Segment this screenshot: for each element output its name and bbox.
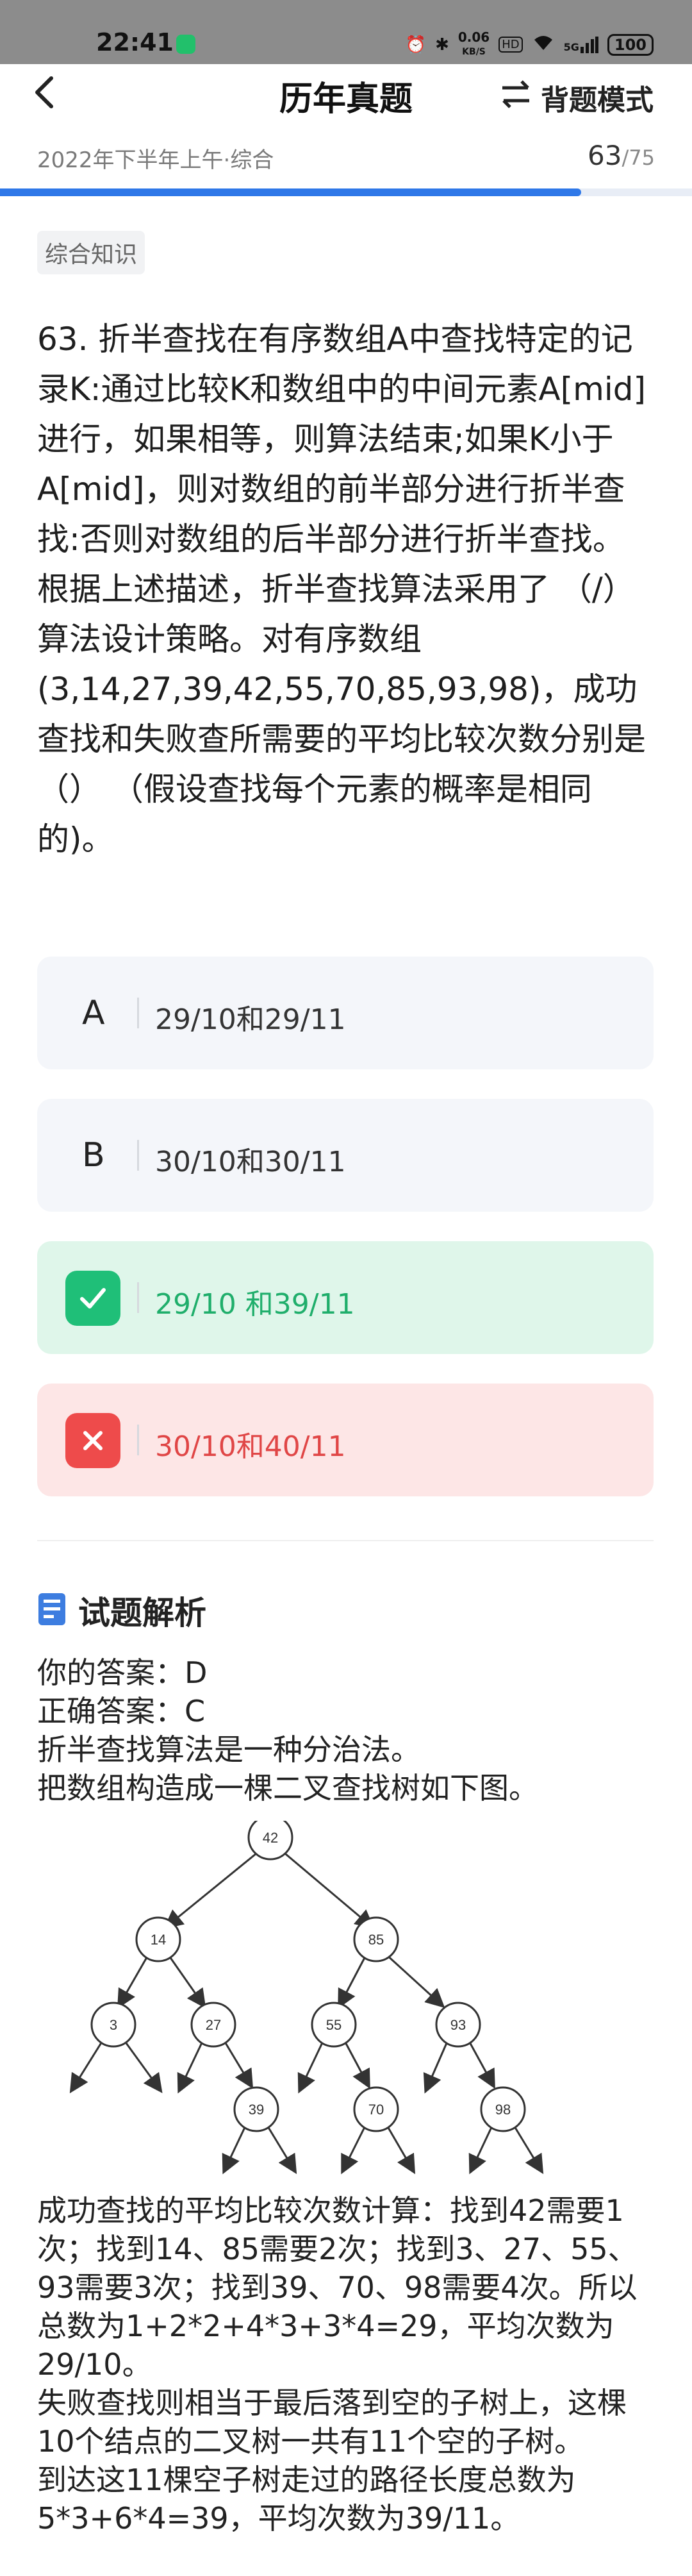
svg-text:93: 93	[450, 2017, 466, 2033]
svg-text:98: 98	[495, 2102, 511, 2118]
tree-edge-empty	[341, 2123, 368, 2175]
nav-bar: 历年真题 背题模式	[0, 64, 692, 122]
svg-text:42: 42	[263, 1830, 278, 1846]
tree-edge-empty	[297, 2038, 325, 2094]
svg-text:70: 70	[368, 2102, 384, 2118]
status-icons: ⏰ ✱ 0.06 KB/S HD 5G 100	[406, 31, 654, 58]
tree-edge	[163, 1850, 260, 1929]
tree-node-93: 93	[435, 2002, 481, 2048]
analysis-line-1: 折半查找算法是一种分治法。	[37, 1732, 420, 1767]
alarm-icon: ⏰	[405, 35, 427, 54]
tree-edge	[466, 2038, 495, 2089]
net-speed: 0.06 KB/S	[458, 31, 490, 58]
tree-node-42: 42	[247, 1821, 293, 1861]
tree-node-14: 14	[135, 1916, 181, 1962]
tree-edge	[338, 1953, 368, 2009]
tree-node-70: 70	[353, 2086, 399, 2132]
analysis-title: 试题解析	[78, 1594, 206, 1632]
option-separator	[137, 1425, 139, 1455]
explain-paragraph: 失败查找则相当于最后落到空的子树上，这棵10个结点的二叉树一共有11个空的子树。	[37, 2386, 627, 2459]
option-b[interactable]: B 30/10和30/11	[37, 1099, 654, 1212]
option-letter: A	[82, 994, 105, 1032]
tree-edge	[342, 2038, 370, 2089]
tree-edge-empty	[69, 2038, 105, 2094]
hd-icon: HD	[498, 37, 523, 53]
signal-icon: 5G	[563, 36, 598, 53]
document-icon	[37, 1592, 67, 1629]
tree-edge-empty	[222, 2123, 248, 2175]
cross-icon	[65, 1413, 120, 1468]
tree-node-55: 55	[311, 2002, 357, 2048]
current-index: 63	[588, 140, 622, 171]
option-text: 29/10 和39/11	[155, 1288, 355, 1321]
tree-node-98: 98	[480, 2086, 526, 2132]
analysis-header: 试题解析	[37, 1587, 206, 1634]
option-separator	[137, 998, 139, 1028]
option-text: 29/10和29/11	[155, 1003, 346, 1036]
svg-text:3: 3	[110, 2017, 117, 2033]
swap-icon	[500, 79, 532, 115]
category-tag: 综合知识	[37, 231, 145, 274]
check-icon	[65, 1271, 120, 1326]
tree-edge	[222, 2038, 254, 2089]
section-divider	[37, 1540, 654, 1541]
mode-label: 背题模式	[541, 84, 654, 117]
tree-edge-empty	[122, 2038, 163, 2093]
tree-node-39: 39	[233, 2086, 279, 2132]
option-a[interactable]: A 29/10和29/11	[37, 957, 654, 1069]
wifi-icon	[532, 33, 555, 56]
tree-edge-empty	[468, 2123, 495, 2175]
tree-edge-empty	[423, 2038, 450, 2094]
exam-name: 2022年下半年上午·综合	[37, 147, 274, 173]
your-answer: 你的答案：D	[37, 1655, 208, 1690]
correct-answer: 正确答案：C	[37, 1694, 206, 1728]
tree-edge-empty	[177, 2038, 205, 2094]
bluetooth-icon: ✱	[435, 35, 449, 54]
net-speed-value: 0.06	[457, 29, 490, 45]
battery-indicator: 100	[607, 33, 654, 56]
total-count: /75	[622, 146, 655, 170]
tree-edge-empty	[265, 2123, 297, 2175]
tree-edge	[384, 1953, 445, 2009]
explain-paragraph: 到达这11棵空子树走过的路径长度总数为5*3+6*4=39，平均次数为39/11…	[37, 2463, 576, 2536]
explain-paragraph: 成功查找的平均比较次数计算：找到42需要1次；找到14、85需要2次；找到3、2…	[37, 2193, 638, 2382]
option-separator	[137, 1140, 139, 1171]
question-counter: 63/75	[588, 140, 655, 171]
svg-text:85: 85	[368, 1932, 384, 1948]
binary-search-tree-diagram: 42 14 85 3 27 55 93 39 70 98	[69, 1821, 544, 2175]
status-bar: 22:41 ⏰ ✱ 0.06 KB/S HD 5G 100	[0, 0, 692, 74]
analysis-line-2: 把数组构造成一棵二叉查找树如下图。	[37, 1771, 538, 1805]
tree-edge-empty	[384, 2123, 416, 2175]
exam-info: 2022年下半年上午·综合 63/75	[37, 140, 655, 174]
tree-node-85: 85	[353, 1916, 399, 1962]
option-text: 30/10和30/11	[155, 1146, 346, 1178]
progress-bar	[0, 188, 692, 196]
svg-text:39: 39	[249, 2102, 264, 2118]
option-c[interactable]: 29/10 和39/11	[37, 1241, 654, 1354]
app-notification-icon	[176, 35, 195, 54]
tree-edge	[117, 1953, 150, 2009]
svg-text:27: 27	[206, 2017, 221, 2033]
tree-edge	[167, 1953, 206, 2009]
tree-node-27: 27	[190, 2002, 236, 2048]
option-letter: B	[82, 1136, 105, 1175]
signal-label: 5G	[563, 40, 579, 53]
svg-text:14: 14	[151, 1932, 166, 1948]
status-time: 22:41	[96, 28, 174, 56]
svg-text:55: 55	[326, 2017, 342, 2033]
net-speed-unit: KB/S	[462, 47, 486, 57]
progress-fill	[0, 188, 582, 196]
recite-mode-button[interactable]: 背题模式	[500, 77, 654, 118]
option-text: 30/10和40/11	[155, 1430, 346, 1463]
analysis-explanation: 成功查找的平均比较次数计算：找到42需要1次；找到14、85需要2次；找到3、2…	[37, 2191, 654, 2538]
option-separator	[137, 1282, 139, 1313]
tree-node-3: 3	[90, 2002, 136, 2048]
tree-edge	[281, 1850, 375, 1929]
question-text: 63. 折半查找在有序数组A中查找特定的记录K:通过比较K和数组中的中间元素A[…	[37, 321, 646, 858]
option-d[interactable]: 30/10和40/11	[37, 1384, 654, 1496]
tree-edge-empty	[511, 2123, 544, 2175]
